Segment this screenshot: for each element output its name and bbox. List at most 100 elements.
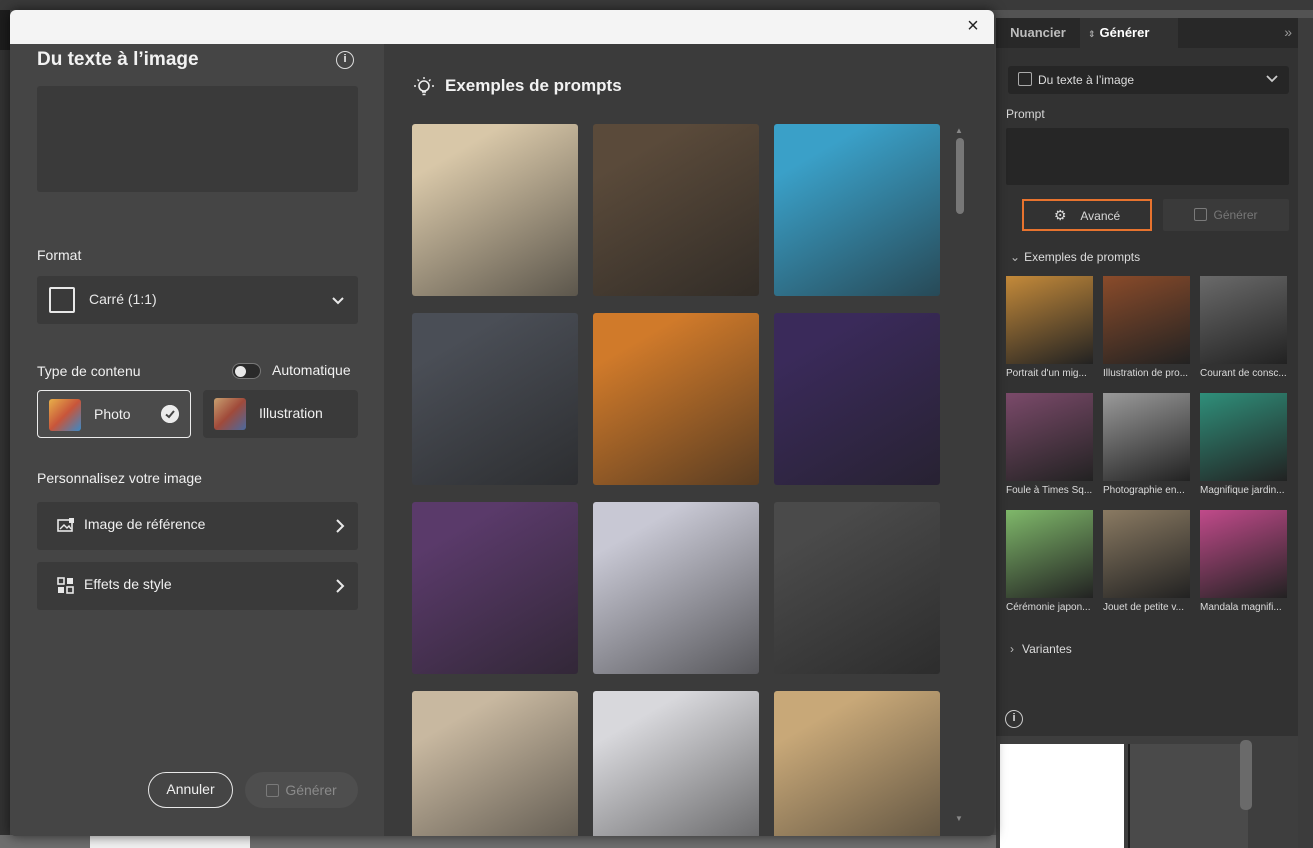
chevron-right-icon xyxy=(336,519,345,533)
example-thumbnail-caption: Cérémonie japon... xyxy=(1006,602,1091,613)
panel-generate-button[interactable]: Générer xyxy=(1163,199,1289,231)
scrollbar-thumb[interactable] xyxy=(956,138,964,214)
scrollbar[interactable] xyxy=(1240,740,1252,810)
variants-label: Variantes xyxy=(1022,642,1072,656)
panel-example-thumb[interactable]: Mandala magnifi... xyxy=(1200,510,1287,613)
example-thumbnail-caption: Jouet de petite v... xyxy=(1103,602,1184,613)
image-reference-icon xyxy=(57,518,74,532)
tab-arrows-icon: ⇕ xyxy=(1088,29,1096,39)
example-thumbnail-image xyxy=(1200,393,1287,481)
example-thumbnail-caption: Mandala magnifi... xyxy=(1200,602,1282,613)
toggle-knob xyxy=(235,365,246,377)
example-dragon[interactable] xyxy=(593,313,759,485)
example-thumbnail-image xyxy=(1200,510,1287,598)
text-to-image-icon xyxy=(1018,72,1032,86)
gear-icon: ⚙ xyxy=(1053,207,1067,223)
generate-icon xyxy=(1194,208,1208,221)
mode-select[interactable]: Du texte à l’image xyxy=(1008,66,1289,94)
prompt-input[interactable] xyxy=(1006,128,1289,185)
reference-image-button[interactable]: Image de référence xyxy=(37,502,358,550)
examples-scrollbar[interactable]: ▲ ▼ xyxy=(954,126,966,826)
panel-generate-label: Générer xyxy=(1213,208,1258,222)
format-select[interactable]: Carré (1:1) xyxy=(37,276,358,324)
panel-example-thumb[interactable]: Portrait d'un mig... xyxy=(1006,276,1093,379)
tab-generer[interactable]: ⇕ Générer xyxy=(1080,18,1178,48)
info-icon[interactable]: i xyxy=(336,51,354,69)
chevron-right-icon: › xyxy=(1010,642,1014,656)
collapse-panel-icon[interactable]: » xyxy=(1284,24,1292,40)
dialog-prompt-input[interactable] xyxy=(37,86,358,192)
format-value: Carré (1:1) xyxy=(89,291,157,307)
example-thumbnail-caption: Photographie en... xyxy=(1103,485,1185,496)
panel-example-thumb[interactable]: Foule à Times Sq... xyxy=(1006,393,1093,496)
example-woman-portrait[interactable] xyxy=(593,691,759,836)
canvas-area xyxy=(0,835,1000,848)
example-thumbnail-caption: Illustration de pro... xyxy=(1103,368,1189,379)
document-preview-area xyxy=(996,736,1298,848)
example-colorful-woman[interactable] xyxy=(412,502,578,674)
app-top-bar xyxy=(0,0,1313,10)
dialog-title: Du texte à l’image xyxy=(37,49,199,70)
panel-example-thumb[interactable]: Illustration de pro... xyxy=(1103,276,1190,379)
example-thumbnail-caption: Portrait d'un mig... xyxy=(1006,368,1087,379)
examples-section-toggle[interactable]: ⌄ Exemples de prompts xyxy=(1010,250,1140,264)
text-to-image-dialog: × Du texte à l’image i Format Carré (1:1… xyxy=(10,10,994,836)
example-notebook-vase[interactable] xyxy=(412,124,578,296)
advanced-label: Avancé xyxy=(1080,209,1121,223)
document-page xyxy=(1000,744,1124,848)
example-thumbnail-image xyxy=(1103,510,1190,598)
prompt-label: Prompt xyxy=(1006,107,1045,121)
example-watercolor-fashion[interactable] xyxy=(593,502,759,674)
tab-nuancier[interactable]: Nuancier xyxy=(996,18,1080,48)
panel-example-thumb[interactable]: Cérémonie japon... xyxy=(1006,510,1093,613)
illustration-label: Illustration xyxy=(259,405,323,421)
example-tomato-soup[interactable] xyxy=(593,124,759,296)
content-type-photo[interactable]: Photo xyxy=(37,390,191,438)
style-effects-button[interactable]: Effets de style xyxy=(37,562,358,610)
chevron-down-icon: ⌄ xyxy=(1010,250,1021,264)
left-toolbar-strip xyxy=(0,10,10,848)
photo-label: Photo xyxy=(94,406,131,422)
chevron-right-icon xyxy=(336,579,345,593)
example-woman-glasses-3d[interactable] xyxy=(774,124,940,296)
reference-image-label: Image de référence xyxy=(84,516,206,532)
example-waterfall[interactable] xyxy=(774,313,940,485)
cancel-button[interactable]: Annuler xyxy=(148,772,233,808)
panel-example-thumb[interactable]: Courant de consc... xyxy=(1200,276,1287,379)
generate-icon xyxy=(266,784,280,797)
example-thumbnail-image xyxy=(1103,276,1190,364)
generate-panel: Nuancier ⇕ Générer » Du texte à l’image P… xyxy=(996,18,1298,736)
left-toolbar-block xyxy=(0,10,10,50)
content-type-illustration[interactable]: Illustration xyxy=(203,390,358,438)
illustration-balloon-icon xyxy=(214,398,246,430)
example-marble-table[interactable] xyxy=(774,502,940,674)
example-thumbnail-caption: Courant de consc... xyxy=(1200,368,1287,379)
close-icon[interactable]: × xyxy=(962,16,984,38)
style-effects-label: Effets de style xyxy=(84,576,172,592)
example-kitchen[interactable] xyxy=(412,691,578,836)
example-soccer-player[interactable] xyxy=(412,313,578,485)
example-desert-van[interactable] xyxy=(774,691,940,836)
example-thumbnail-image xyxy=(1006,510,1093,598)
scroll-down-icon[interactable]: ▼ xyxy=(955,814,963,823)
panel-example-thumb[interactable]: Magnifique jardin... xyxy=(1200,393,1287,496)
panel-example-thumb[interactable]: Photographie en... xyxy=(1103,393,1190,496)
example-thumbnail-image xyxy=(1103,393,1190,481)
panel-example-thumb[interactable]: Jouet de petite v... xyxy=(1103,510,1190,613)
personalize-label: Personnalisez votre image xyxy=(37,470,202,486)
examples-title: Exemples de prompts xyxy=(445,76,622,95)
chevron-down-icon xyxy=(332,297,344,305)
tab-generer-label: Générer xyxy=(1099,25,1150,40)
auto-label: Automatique xyxy=(272,362,351,378)
auto-toggle[interactable] xyxy=(232,363,261,379)
variants-section-toggle[interactable]: › Variantes xyxy=(1010,642,1072,656)
square-ratio-icon xyxy=(49,287,75,313)
lightbulb-icon xyxy=(414,77,434,96)
scroll-up-icon[interactable]: ▲ xyxy=(955,126,963,135)
generate-button[interactable]: Générer xyxy=(245,772,358,808)
advanced-button[interactable]: ⚙ Avancé xyxy=(1022,199,1152,231)
example-thumbnail-caption: Magnifique jardin... xyxy=(1200,485,1285,496)
format-label: Format xyxy=(37,247,82,263)
check-icon xyxy=(161,405,179,423)
info-icon[interactable]: i xyxy=(1005,710,1023,728)
